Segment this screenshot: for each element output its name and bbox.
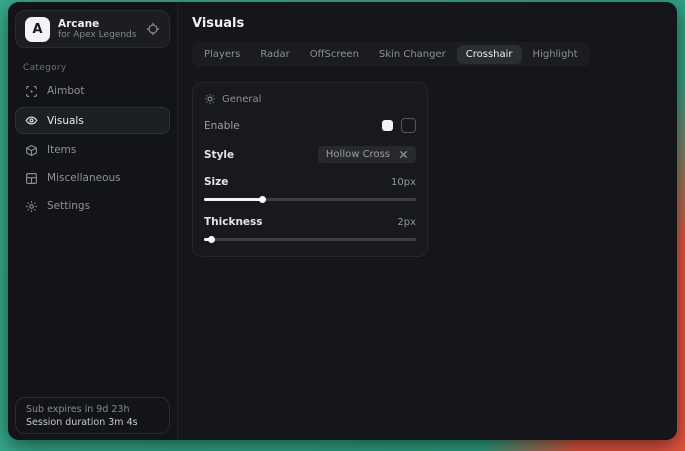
session-duration-text: Session duration 3m 4s bbox=[26, 417, 159, 428]
thickness-label: Thickness bbox=[204, 216, 263, 228]
style-value: Hollow Cross bbox=[326, 149, 390, 160]
tab-radar[interactable]: Radar bbox=[251, 45, 298, 64]
enable-checkbox[interactable] bbox=[382, 120, 393, 131]
crosshair-target-icon[interactable] bbox=[146, 22, 160, 36]
sidebar-item-label: Items bbox=[47, 144, 76, 156]
app-logo: A bbox=[25, 17, 50, 42]
app-name: Arcane bbox=[58, 18, 138, 30]
app-window: A Arcane for Apex Legends Category bbox=[8, 2, 677, 440]
slider-thumb[interactable] bbox=[259, 196, 266, 203]
slider-fill bbox=[204, 238, 212, 241]
sidebar-item-visuals[interactable]: Visuals bbox=[15, 107, 170, 134]
size-value: 10px bbox=[391, 177, 416, 188]
card-title: General bbox=[222, 94, 261, 105]
close-icon[interactable] bbox=[399, 150, 408, 159]
sidebar-item-items[interactable]: Items bbox=[15, 138, 170, 162]
style-label: Style bbox=[204, 149, 234, 161]
sidebar-item-label: Aimbot bbox=[47, 85, 85, 97]
package-icon bbox=[25, 144, 38, 157]
app-logo-letter: A bbox=[32, 22, 42, 37]
sub-expires-text: Sub expires in 9d 23h bbox=[26, 404, 159, 415]
style-select[interactable]: Hollow Cross bbox=[318, 146, 416, 163]
general-settings-card: General Enable Style Hollow Cross bbox=[192, 82, 428, 257]
slider-thumb[interactable] bbox=[208, 236, 215, 243]
sun-general-icon bbox=[204, 93, 216, 105]
style-row: Style Hollow Cross bbox=[204, 146, 416, 163]
tab-crosshair[interactable]: Crosshair bbox=[457, 45, 522, 64]
sidebar-item-aimbot[interactable]: Aimbot bbox=[15, 79, 170, 103]
tab-offscreen[interactable]: OffScreen bbox=[301, 45, 368, 64]
sidebar-item-settings[interactable]: Settings bbox=[15, 194, 170, 218]
size-label: Size bbox=[204, 176, 228, 188]
gear-icon bbox=[25, 200, 38, 213]
sidebar: A Arcane for Apex Legends Category bbox=[8, 2, 178, 440]
sidebar-item-label: Settings bbox=[47, 200, 90, 212]
subscription-info-box: Sub expires in 9d 23h Session duration 3… bbox=[15, 397, 170, 434]
sidebar-item-label: Miscellaneous bbox=[47, 172, 121, 184]
grid-layout-icon bbox=[25, 172, 38, 185]
size-slider[interactable] bbox=[204, 196, 416, 203]
size-row: Size 10px bbox=[204, 176, 416, 188]
enable-row: Enable bbox=[204, 118, 416, 133]
slider-track bbox=[204, 238, 416, 241]
slider-fill bbox=[204, 198, 263, 201]
thickness-value: 2px bbox=[397, 217, 416, 228]
tab-players[interactable]: Players bbox=[195, 45, 249, 64]
thickness-row: Thickness 2px bbox=[204, 216, 416, 228]
sidebar-item-label: Visuals bbox=[47, 115, 84, 127]
app-subtitle: for Apex Legends bbox=[58, 30, 138, 40]
category-label: Category bbox=[23, 63, 177, 73]
page-title: Visuals bbox=[192, 16, 663, 31]
main-content: Visuals Players Radar OffScreen Skin Cha… bbox=[178, 2, 677, 440]
thickness-slider[interactable] bbox=[204, 236, 416, 243]
app-header-card: A Arcane for Apex Legends bbox=[15, 10, 170, 48]
eye-visuals-icon bbox=[25, 114, 38, 127]
sidebar-nav: Aimbot Visuals Items bbox=[8, 79, 177, 218]
tab-highlight[interactable]: Highlight bbox=[524, 45, 587, 64]
enable-label: Enable bbox=[204, 120, 240, 132]
visuals-tabbar: Players Radar OffScreen Skin Changer Cro… bbox=[192, 42, 590, 67]
tab-skin-changer[interactable]: Skin Changer bbox=[370, 45, 455, 64]
scan-target-icon bbox=[25, 85, 38, 98]
enable-keybind-box[interactable] bbox=[401, 118, 416, 133]
sidebar-item-miscellaneous[interactable]: Miscellaneous bbox=[15, 166, 170, 190]
